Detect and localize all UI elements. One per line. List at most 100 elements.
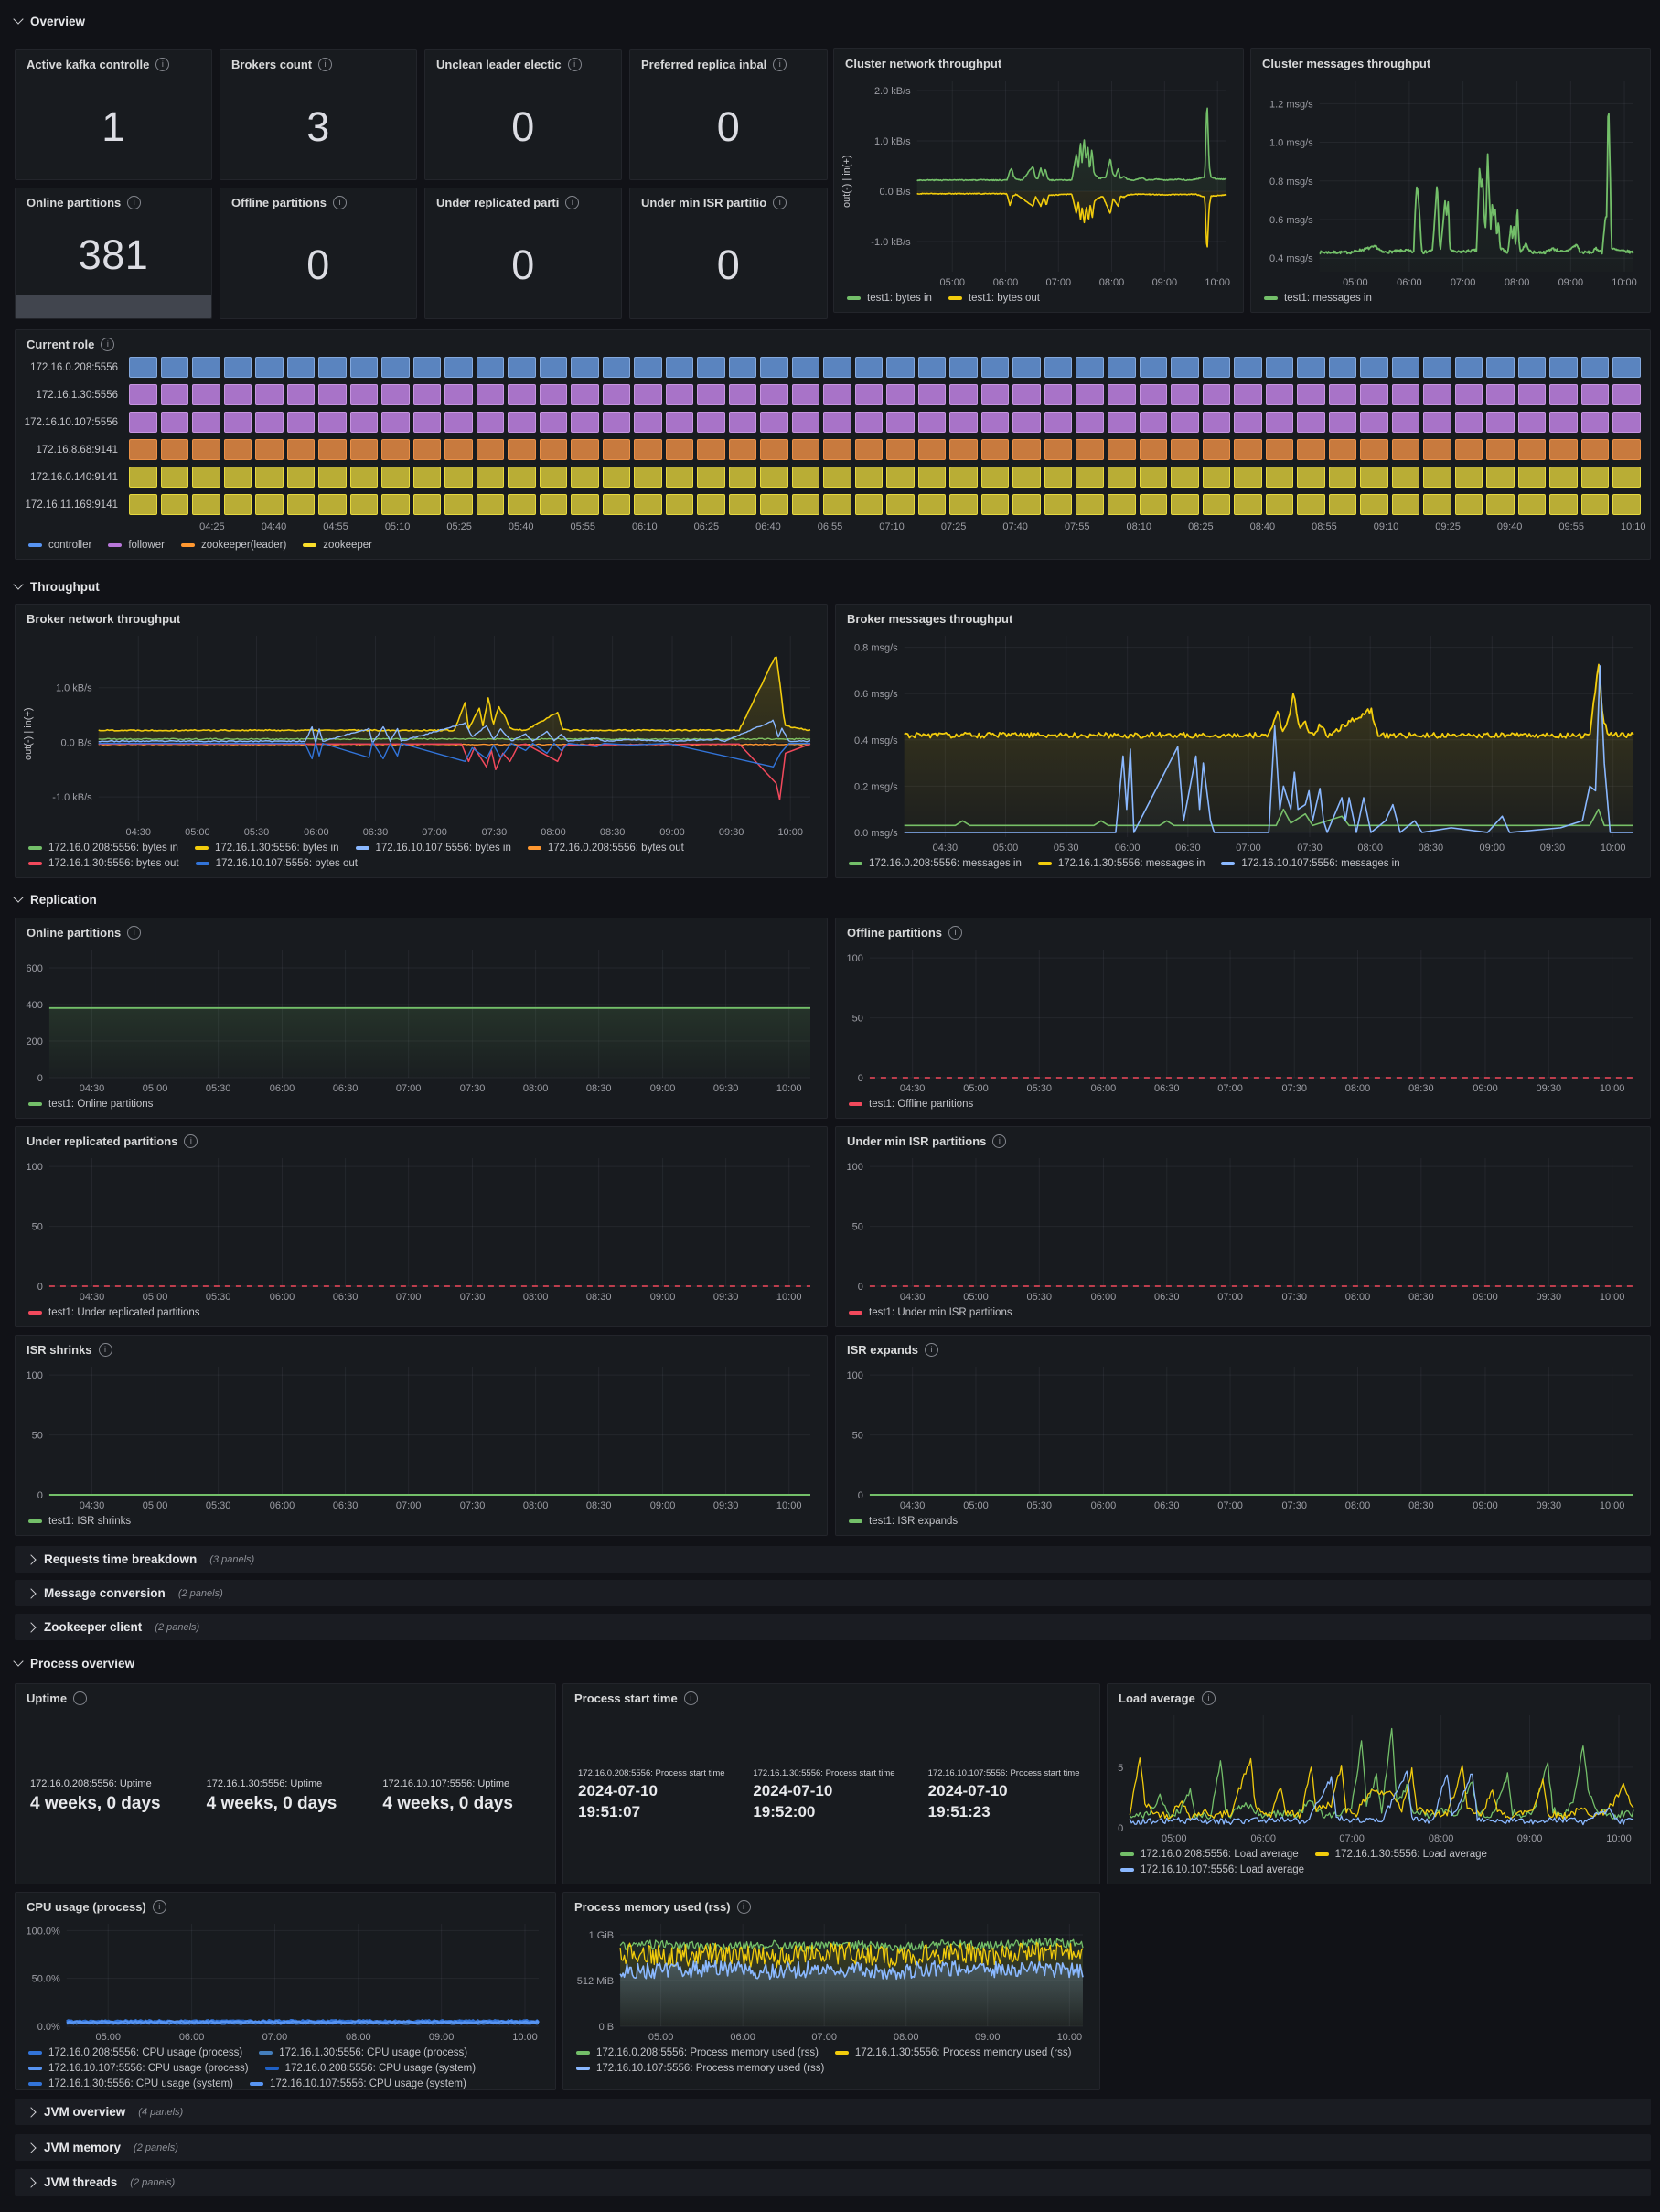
timeline-cell-follower[interactable] — [666, 412, 694, 433]
timeline-cell-follower[interactable] — [603, 412, 631, 433]
timeline-cell-zookeeper(leader)[interactable] — [886, 439, 915, 460]
timeline-cell-zookeeper[interactable] — [1392, 467, 1420, 488]
legend-item[interactable]: 172.16.1.30:5556: bytes out — [28, 858, 179, 869]
timeline-cell-zookeeper[interactable] — [1297, 467, 1325, 488]
timeline-cell-controller[interactable] — [1171, 357, 1199, 378]
timeline-cell-zookeeper(leader)[interactable] — [1266, 439, 1294, 460]
timeline-cell-zookeeper(leader)[interactable] — [1518, 439, 1547, 460]
info-icon[interactable] — [127, 196, 141, 209]
timeline-cell-follower[interactable] — [1392, 384, 1420, 405]
plot-area[interactable]: 05:0006:0007:0008:0009:0010:00100.0%50.0… — [21, 1917, 548, 2045]
info-icon[interactable] — [568, 58, 582, 71]
timeline-cell-follower[interactable] — [1392, 412, 1420, 433]
timeline-cell-follower[interactable] — [855, 384, 884, 405]
timeline-cell-zookeeper[interactable] — [192, 467, 220, 488]
timeline-cell-zookeeper[interactable] — [255, 467, 284, 488]
row-requests-time-breakdown[interactable]: Requests time breakdown (3 panels) — [15, 1546, 1651, 1573]
legend-item[interactable]: 172.16.0.208:5556: CPU usage (process) — [28, 2047, 242, 2058]
chart-isr-shrinks[interactable]: 04:3005:0005:3006:0006:3007:0007:3008:00… — [16, 1359, 827, 1535]
plot-area[interactable]: 05:0006:0007:0008:0009:0010:002.0 kB/s1.… — [854, 73, 1236, 290]
timeline-cell-zookeeper(leader)[interactable] — [255, 439, 284, 460]
timeline-cell-zookeeper(leader)[interactable] — [224, 439, 252, 460]
info-icon[interactable] — [155, 58, 169, 71]
timeline-cell-zookeeper[interactable] — [886, 467, 915, 488]
legend-item[interactable]: 172.16.0.208:5556: messages in — [849, 858, 1022, 869]
timeline-cell-follower[interactable] — [1266, 384, 1294, 405]
timeline-cell-follower[interactable] — [1423, 384, 1451, 405]
timeline-cell-zookeeper(leader)[interactable] — [381, 439, 410, 460]
info-icon[interactable] — [992, 1134, 1006, 1148]
timeline-cell-follower[interactable] — [1108, 412, 1136, 433]
info-icon[interactable] — [153, 1900, 166, 1914]
timeline-cell-zookeeper[interactable] — [1423, 467, 1451, 488]
timeline-cell-follower[interactable] — [1140, 384, 1168, 405]
timeline-cell-zookeeper[interactable] — [1076, 467, 1104, 488]
timeline-cell-zookeeper(leader)[interactable] — [413, 439, 442, 460]
legend-item[interactable]: 172.16.1.30:5556: CPU usage (system) — [28, 2078, 233, 2089]
timeline-cell-follower[interactable] — [1234, 384, 1262, 405]
timeline-cell-controller[interactable] — [1266, 357, 1294, 378]
timeline-cell-controller[interactable] — [1486, 357, 1515, 378]
timeline-cell-zookeeper[interactable] — [697, 494, 725, 515]
timeline-cell-follower[interactable] — [823, 384, 851, 405]
legend-item[interactable]: follower — [108, 540, 165, 551]
plot-area[interactable]: 04:3005:0005:3006:0006:3007:0007:3008:00… — [21, 1359, 819, 1513]
timeline-cell-zookeeper[interactable] — [1612, 467, 1641, 488]
legend-item[interactable]: controller — [28, 540, 91, 551]
timeline-cell-follower[interactable] — [886, 384, 915, 405]
legend-item[interactable]: 172.16.0.208:5556: Load average — [1120, 1849, 1299, 1860]
timeline-cell-zookeeper(leader)[interactable] — [192, 439, 220, 460]
plot-area[interactable]: 04:3005:0005:3006:0006:3007:0007:3008:00… — [36, 628, 819, 840]
timeline-cell-zookeeper(leader)[interactable] — [1329, 439, 1357, 460]
legend-item[interactable]: 172.16.1.30:5556: CPU usage (process) — [259, 2047, 467, 2058]
timeline-cell-zookeeper(leader)[interactable] — [823, 439, 851, 460]
timeline-cell-follower[interactable] — [1297, 412, 1325, 433]
timeline-cell-zookeeper[interactable] — [760, 467, 788, 488]
timeline-cell-follower[interactable] — [571, 384, 599, 405]
timeline-cell-zookeeper[interactable] — [1486, 494, 1515, 515]
timeline-cell-zookeeper(leader)[interactable] — [1486, 439, 1515, 460]
timeline-cell-zookeeper[interactable] — [729, 467, 757, 488]
timeline-cell-zookeeper[interactable] — [918, 494, 947, 515]
legend-item[interactable]: 172.16.10.107:5556: CPU usage (system) — [250, 2078, 466, 2089]
timeline-cell-follower[interactable] — [444, 412, 473, 433]
timeline-cell-zookeeper(leader)[interactable] — [1140, 439, 1168, 460]
timeline-cell-zookeeper[interactable] — [508, 467, 536, 488]
timeline-cell-follower[interactable] — [192, 384, 220, 405]
timeline-cell-zookeeper(leader)[interactable] — [666, 439, 694, 460]
legend-item[interactable]: test1: Under min ISR partitions — [849, 1307, 1012, 1318]
timeline-cell-follower[interactable] — [508, 384, 536, 405]
legend-item[interactable]: test1: bytes out — [948, 293, 1040, 304]
info-icon[interactable] — [1202, 1691, 1216, 1705]
timeline-cell-zookeeper(leader)[interactable] — [444, 439, 473, 460]
timeline-cell-controller[interactable] — [1203, 357, 1231, 378]
timeline-cell-follower[interactable] — [1329, 412, 1357, 433]
timeline-cell-zookeeper[interactable] — [1108, 494, 1136, 515]
timeline-cell-zookeeper[interactable] — [949, 494, 978, 515]
timeline-cell-zookeeper[interactable] — [1044, 494, 1073, 515]
timeline-cell-zookeeper[interactable] — [760, 494, 788, 515]
timeline-cell-follower[interactable] — [1012, 384, 1041, 405]
chart-broker-network[interactable]: out(-) | in(+)04:3005:0005:3006:0006:300… — [16, 628, 827, 877]
timeline-cell-zookeeper[interactable] — [1012, 494, 1041, 515]
timeline-cell-zookeeper[interactable] — [1360, 494, 1388, 515]
timeline-cell-follower[interactable] — [1612, 412, 1641, 433]
timeline-cell-follower[interactable] — [287, 412, 316, 433]
timeline-cell-zookeeper(leader)[interactable] — [1203, 439, 1231, 460]
timeline-cell-follower[interactable] — [1266, 412, 1294, 433]
timeline-cell-zookeeper[interactable] — [1486, 467, 1515, 488]
timeline-cell-controller[interactable] — [855, 357, 884, 378]
timeline-cell-follower[interactable] — [1329, 384, 1357, 405]
timeline-cell-zookeeper[interactable] — [855, 467, 884, 488]
timeline-cell-zookeeper[interactable] — [318, 494, 347, 515]
timeline-cell-zookeeper[interactable] — [129, 494, 157, 515]
timeline-cell-follower[interactable] — [192, 412, 220, 433]
timeline-cell-follower[interactable] — [1171, 384, 1199, 405]
timeline-cell-zookeeper[interactable] — [1297, 494, 1325, 515]
timeline-cell-follower[interactable] — [634, 384, 662, 405]
timeline-cell-zookeeper(leader)[interactable] — [949, 439, 978, 460]
row-message-conversion[interactable]: Message conversion (2 panels) — [15, 1580, 1651, 1606]
timeline-cell-zookeeper(leader)[interactable] — [1612, 439, 1641, 460]
timeline-cell-controller[interactable] — [192, 357, 220, 378]
plot-area[interactable]: 04:3005:0005:3006:0006:3007:0007:3008:00… — [21, 1151, 819, 1305]
